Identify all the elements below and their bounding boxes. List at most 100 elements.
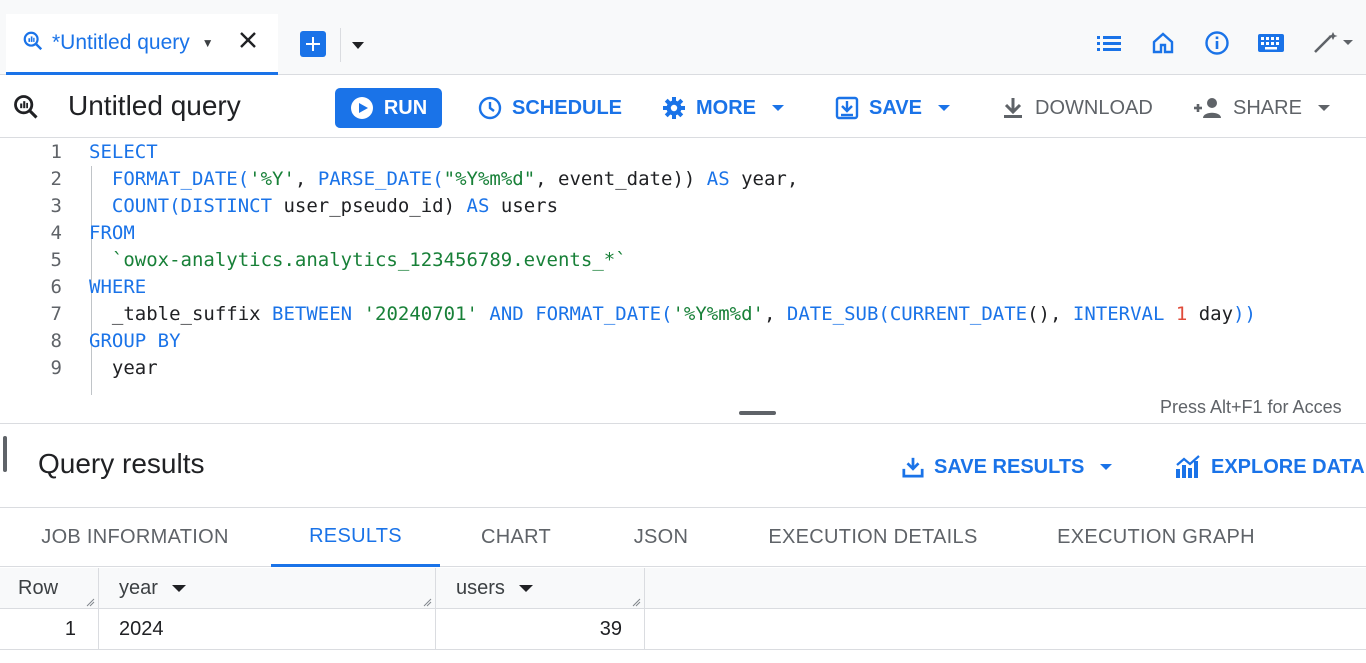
code-token: AS bbox=[466, 195, 490, 217]
code-token: '20240701' bbox=[363, 303, 478, 325]
code-line[interactable]: 8 GROUP BY bbox=[0, 328, 1366, 355]
home-icon[interactable] bbox=[1148, 28, 1178, 58]
column-header-year[interactable]: year bbox=[99, 568, 436, 609]
code-token: AND bbox=[489, 303, 524, 325]
column-header-users[interactable]: users bbox=[436, 568, 645, 609]
tab-results[interactable]: RESULTS bbox=[271, 508, 440, 567]
resize-grip-icon[interactable] bbox=[86, 598, 95, 607]
divider bbox=[0, 423, 1366, 424]
more-tabs-chevron-down-icon[interactable] bbox=[350, 38, 366, 50]
schedule-button[interactable]: SCHEDULE bbox=[478, 94, 622, 122]
code-line[interactable]: 3 COUNT(DISTINCT user_pseudo_id) AS user… bbox=[0, 193, 1366, 220]
resize-grip-icon[interactable] bbox=[423, 598, 432, 607]
keyboard-icon[interactable] bbox=[1256, 28, 1286, 58]
table-row[interactable]: 1 2024 39 bbox=[0, 609, 1366, 650]
query-editor-icon bbox=[12, 93, 40, 121]
code-line[interactable]: 5 `owox-analytics.analytics_123456789.ev… bbox=[0, 247, 1366, 274]
code-token: AS bbox=[706, 168, 730, 190]
chart-icon bbox=[1176, 455, 1200, 478]
code-token: '%Y%m%d' bbox=[672, 303, 764, 325]
sort-menu-caret-icon[interactable] bbox=[518, 585, 533, 592]
resize-grip-icon[interactable] bbox=[632, 598, 641, 607]
tab-chart[interactable]: CHART bbox=[440, 508, 592, 567]
new-query-tab-button[interactable] bbox=[300, 31, 326, 57]
save-caret-icon bbox=[937, 105, 950, 111]
sort-menu-caret-icon[interactable] bbox=[171, 585, 186, 592]
code-token: BETWEEN bbox=[272, 303, 353, 325]
code-line[interactable]: 6 WHERE bbox=[0, 274, 1366, 301]
tab-json[interactable]: JSON bbox=[592, 508, 730, 567]
add-person-icon bbox=[1194, 98, 1221, 118]
code-token: SELECT bbox=[89, 141, 158, 163]
run-button[interactable]: RUN bbox=[335, 88, 442, 128]
tab-untitled-query[interactable]: *Untitled query ▼ bbox=[6, 14, 278, 75]
code-token: 1 bbox=[1175, 303, 1188, 325]
users-cell[interactable]: 39 bbox=[436, 609, 645, 650]
clock-icon bbox=[478, 96, 502, 120]
code-token: GROUP BY bbox=[89, 330, 181, 352]
tab-execution-graph[interactable]: EXECUTION GRAPH bbox=[1016, 508, 1296, 567]
explore-data-label: EXPLORE DATA bbox=[1211, 455, 1365, 478]
tab-menu-caret-icon[interactable]: ▼ bbox=[202, 36, 214, 50]
code-token: user_pseudo_id) bbox=[272, 195, 467, 217]
tab-label: *Untitled query bbox=[52, 31, 190, 54]
code-line[interactable]: 4 FROM bbox=[0, 220, 1366, 247]
code-line[interactable]: 1 SELECT bbox=[0, 139, 1366, 166]
resize-handle[interactable] bbox=[739, 411, 776, 415]
code-token: _table_suffix bbox=[89, 303, 273, 325]
save-label: SAVE bbox=[869, 96, 922, 119]
save-results-button[interactable]: SAVE RESULTS bbox=[902, 452, 1113, 482]
play-icon bbox=[350, 97, 373, 119]
code-token: COUNT(DISTINCT bbox=[89, 195, 273, 217]
line-number: 5 bbox=[50, 249, 62, 271]
column-label: Row bbox=[18, 577, 59, 599]
info-icon[interactable] bbox=[1202, 28, 1232, 58]
explore-data-button[interactable]: EXPLORE DATA bbox=[1175, 452, 1365, 482]
line-number: 7 bbox=[50, 303, 62, 325]
query-toolbar: Untitled query RUN SCHEDULE MORE SAVE DO… bbox=[0, 76, 1366, 138]
code-token: FORMAT_DATE( bbox=[89, 168, 250, 190]
code-token: DATE_SUB( bbox=[786, 303, 890, 325]
save-icon bbox=[835, 96, 859, 120]
code-line[interactable]: 9 year bbox=[0, 355, 1366, 382]
share-label: SHARE bbox=[1233, 96, 1302, 119]
download-icon bbox=[902, 457, 924, 478]
more-caret-icon bbox=[772, 105, 784, 111]
code-text: _table_suffix BETWEEN '20240701' AND FOR… bbox=[89, 301, 1256, 328]
more-label: MORE bbox=[696, 96, 756, 119]
line-number: 6 bbox=[50, 276, 62, 298]
table-header: Row year users bbox=[0, 568, 1366, 609]
close-tab-icon[interactable] bbox=[236, 28, 260, 52]
schedule-label: SCHEDULE bbox=[512, 96, 623, 119]
code-token: (), bbox=[1027, 303, 1073, 325]
code-token: , bbox=[294, 168, 318, 190]
tab-execution-details[interactable]: EXECUTION DETAILS bbox=[730, 508, 1016, 567]
year-cell[interactable]: 2024 bbox=[99, 609, 436, 650]
code-token: FORMAT_DATE( bbox=[535, 303, 673, 325]
line-number: 3 bbox=[50, 195, 62, 217]
query-title: Untitled query bbox=[68, 90, 241, 121]
list-icon[interactable] bbox=[1094, 28, 1124, 58]
code-token: '%Y' bbox=[249, 168, 295, 190]
column-label: users bbox=[456, 577, 505, 599]
code-line[interactable]: 7 _table_suffix BETWEEN '20240701' AND F… bbox=[0, 301, 1366, 328]
code-token: "%Y%m%d" bbox=[443, 168, 536, 190]
code-text: COUNT(DISTINCT user_pseudo_id) AS users bbox=[89, 193, 558, 220]
code-token: INTERVAL bbox=[1072, 303, 1165, 325]
more-button[interactable]: MORE bbox=[662, 94, 784, 122]
save-results-label: SAVE RESULTS bbox=[934, 455, 1085, 478]
code-token: year bbox=[89, 357, 158, 379]
magic-wand-icon[interactable] bbox=[1310, 28, 1356, 58]
share-caret-icon bbox=[1317, 105, 1330, 111]
run-label: RUN bbox=[383, 96, 428, 119]
share-button[interactable]: SHARE bbox=[1193, 94, 1330, 122]
code-text: year bbox=[89, 355, 158, 382]
code-text: WHERE bbox=[89, 274, 146, 301]
tab-job-information[interactable]: JOB INFORMATION bbox=[0, 508, 270, 567]
download-button[interactable]: DOWNLOAD bbox=[1001, 94, 1153, 122]
column-header-row: Row bbox=[0, 568, 99, 609]
save-button[interactable]: SAVE bbox=[835, 94, 950, 122]
code-line[interactable]: 2 FORMAT_DATE('%Y', PARSE_DATE("%Y%m%d",… bbox=[0, 166, 1366, 193]
panel-collapse-handle[interactable] bbox=[3, 436, 7, 472]
